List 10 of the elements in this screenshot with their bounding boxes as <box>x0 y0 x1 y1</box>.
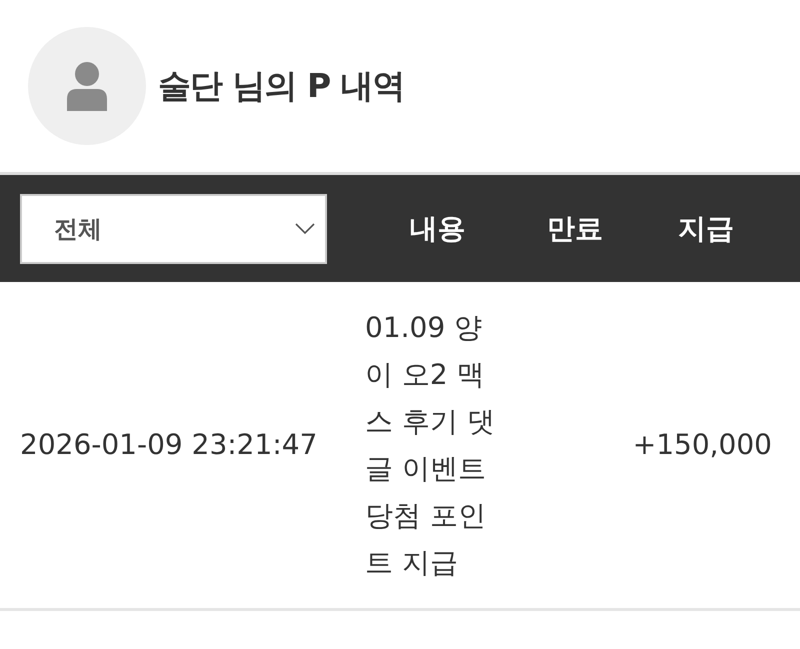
column-header: 내용 <box>410 210 466 246</box>
date-text: 2026-01-09 23:21:47 <box>20 428 318 461</box>
amount-text: +150,000 <box>632 427 772 463</box>
column-header: 만료 <box>547 210 603 246</box>
content-text: 01.09 양이 오2 맥스 후기 댓글 이벤트 당첨 포인트 지급 <box>365 310 496 581</box>
person-icon <box>65 61 109 111</box>
chevron-down-icon <box>295 222 315 234</box>
page-title: 술단 님의 P 내역 <box>158 65 405 108</box>
filter-select[interactable]: 전체 <box>20 194 327 264</box>
column-header: 지급 <box>678 210 734 246</box>
